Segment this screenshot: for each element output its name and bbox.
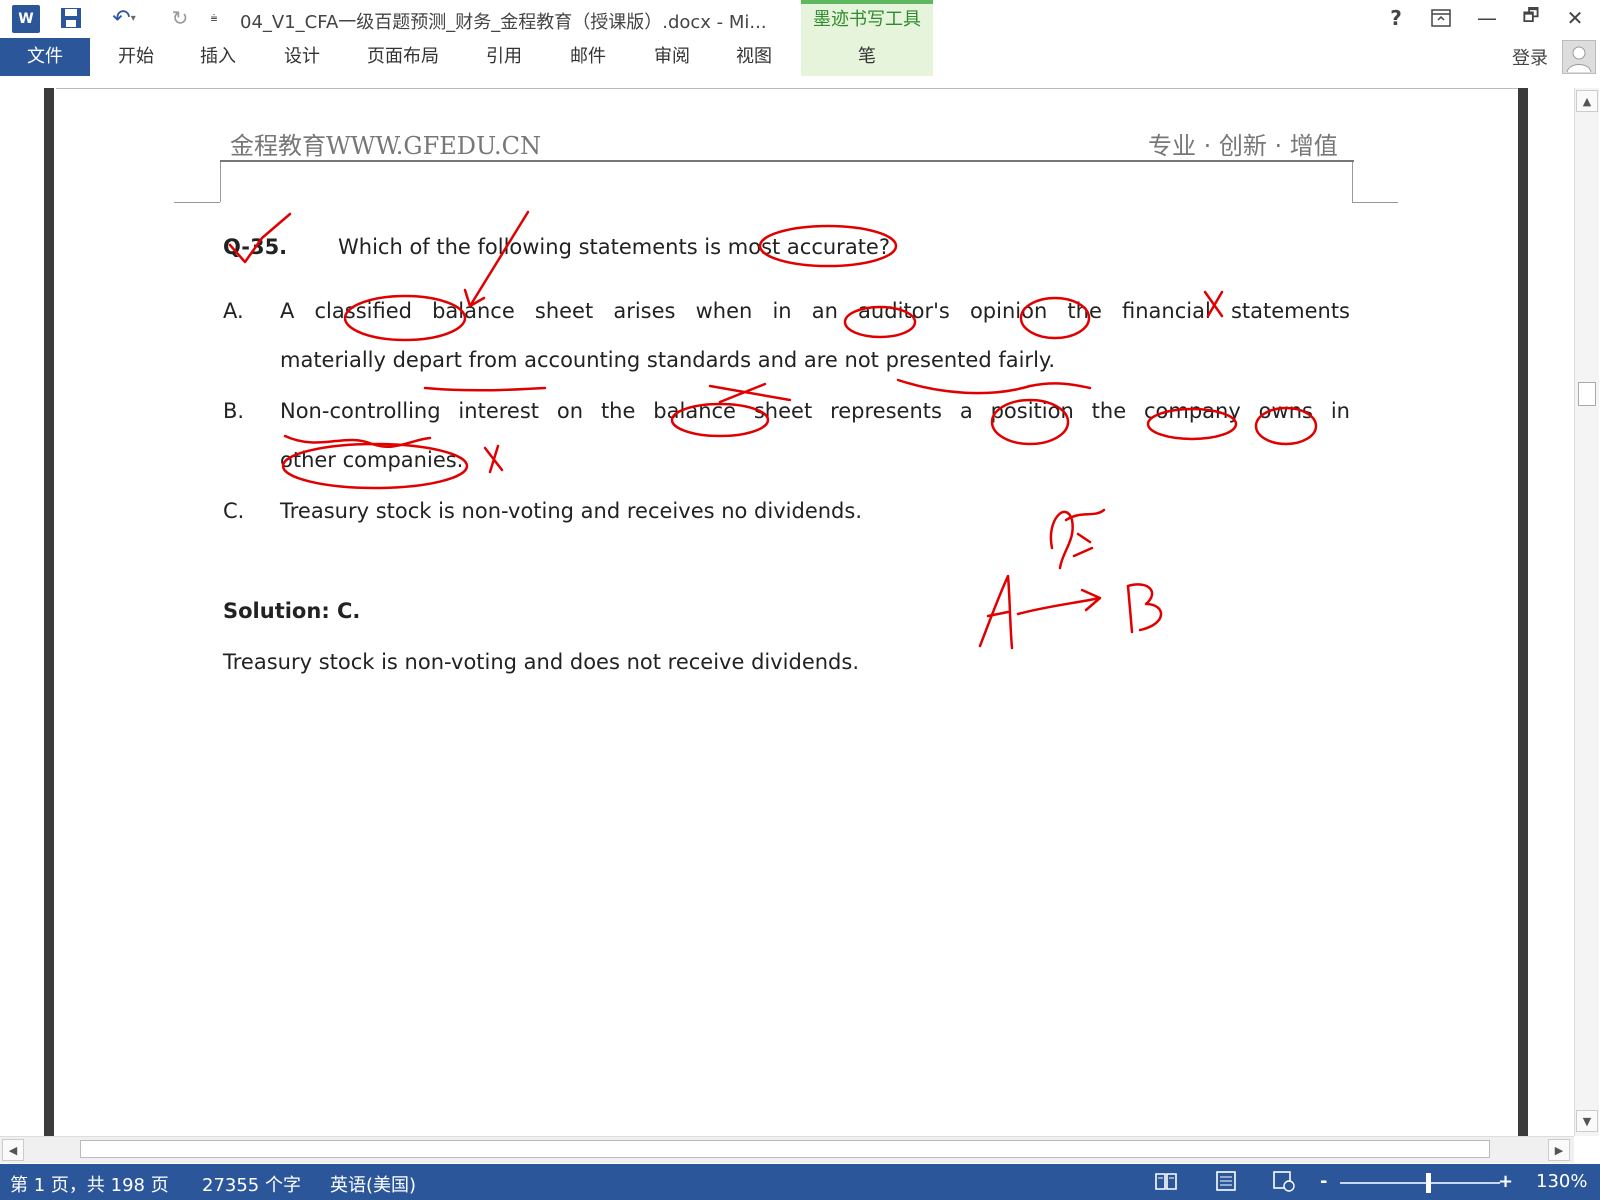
page-right-edge (1518, 88, 1528, 1136)
option-a-line2: materially depart from accounting standa… (280, 348, 1056, 372)
word-count[interactable]: 27355 个字 (202, 1171, 301, 1197)
scroll-up-icon[interactable]: ▲ (1576, 90, 1598, 112)
ribbon-display-options-icon[interactable] (1426, 4, 1456, 32)
vertical-scrollbar[interactable]: ▲ ▼ (1574, 88, 1599, 1136)
zoom-level[interactable]: 130% (1536, 1171, 1587, 1192)
right-margin-mark-h (1352, 202, 1398, 203)
horizontal-scrollbar[interactable]: ◀ ▶ (0, 1136, 1574, 1163)
header-left-text: 金程教育WWW.GFEDU.CN (230, 132, 542, 160)
redo-icon[interactable]: ↻ (168, 4, 192, 32)
word-app-icon[interactable]: W (12, 5, 40, 33)
page-left-edge (44, 88, 54, 1136)
question-number: Q-35. (223, 235, 288, 259)
header-rule (220, 160, 1354, 162)
option-a-letter: A. (223, 299, 244, 323)
sign-in-link[interactable]: 登录 (1512, 44, 1548, 70)
scroll-left-icon[interactable]: ◀ (2, 1139, 24, 1161)
zoom-slider-thumb[interactable] (1425, 1173, 1431, 1193)
undo-icon[interactable]: ↶ ▾ (104, 4, 144, 32)
tab-references[interactable]: 引用 (474, 38, 534, 76)
minimize-button[interactable]: — (1472, 4, 1502, 32)
option-b-line2: other companies. (280, 448, 464, 472)
zoom-in-button[interactable]: + (1498, 1171, 1513, 1192)
solution-label: Solution: C. (223, 599, 361, 623)
option-c-line1: Treasury stock is non-voting and receive… (280, 499, 862, 523)
right-margin-mark (1352, 162, 1353, 202)
option-b-line1: Non-controlling interest on the balance … (280, 399, 1350, 423)
print-layout-icon[interactable] (1214, 1169, 1238, 1198)
tab-insert[interactable]: 插入 (188, 38, 248, 76)
title-bar: W ↶ ▾ ↻ ⩧ 04_V1_CFA一级百题预测_财务_金程教育（授课版）.do… (0, 0, 1600, 38)
document-canvas[interactable]: 金程教育WWW.GFEDU.CN 专业 · 创新 · 增值 Q-35. Whic… (0, 78, 1600, 1136)
help-button[interactable]: ? (1382, 4, 1410, 32)
option-c-letter: C. (223, 499, 245, 523)
left-margin-mark-h (174, 202, 220, 203)
customize-toolbar-icon[interactable]: ⩧ (206, 4, 222, 32)
restore-button[interactable]: 🗗 (1516, 4, 1546, 32)
ink-tools-context-tab: 墨迹书写工具 (801, 0, 933, 38)
ribbon-tabs: 文件 开始 插入 设计 页面布局 引用 邮件 审阅 视图 笔 登录 (0, 38, 1600, 78)
tab-file[interactable]: 文件 (0, 38, 90, 76)
tab-view[interactable]: 视图 (723, 38, 785, 76)
tab-pen[interactable]: 笔 (801, 38, 933, 76)
save-icon[interactable] (58, 4, 84, 32)
zoom-out-button[interactable]: - (1320, 1171, 1327, 1192)
tab-home[interactable]: 开始 (106, 38, 166, 76)
option-a-line1: A classified balance sheet arises when i… (280, 299, 1350, 323)
header-right-text: 专业 · 创新 · 增值 (1148, 132, 1338, 160)
document-title: 04_V1_CFA一级百题预测_财务_金程教育（授课版）.docx - Mi..… (240, 12, 767, 33)
question-text: Which of the following statements is mos… (338, 235, 890, 259)
scroll-down-icon[interactable]: ▼ (1576, 1110, 1598, 1132)
vertical-scroll-thumb[interactable] (1578, 382, 1596, 406)
solution-text: Treasury stock is non-voting and does no… (223, 650, 859, 674)
horizontal-scroll-thumb[interactable] (80, 1140, 1490, 1158)
read-mode-icon[interactable] (1154, 1169, 1178, 1198)
web-layout-icon[interactable] (1272, 1169, 1296, 1198)
status-bar: 第 1 页，共 198 页 27355 个字 英语(美国) - + 130% (0, 1164, 1600, 1200)
left-margin-mark (220, 162, 221, 202)
zoom-slider[interactable] (1340, 1182, 1500, 1184)
page-count[interactable]: 第 1 页，共 198 页 (10, 1171, 169, 1197)
page-top-border (56, 88, 1518, 89)
user-avatar-icon[interactable] (1562, 40, 1596, 74)
scroll-right-icon[interactable]: ▶ (1548, 1139, 1570, 1161)
option-b-letter: B. (223, 399, 245, 423)
close-button[interactable]: ✕ (1560, 4, 1590, 32)
tab-design[interactable]: 设计 (272, 38, 332, 76)
tab-mailings[interactable]: 邮件 (558, 38, 618, 76)
language-indicator[interactable]: 英语(美国) (330, 1171, 416, 1197)
tab-review[interactable]: 审阅 (642, 38, 702, 76)
tab-page-layout[interactable]: 页面布局 (358, 38, 448, 76)
